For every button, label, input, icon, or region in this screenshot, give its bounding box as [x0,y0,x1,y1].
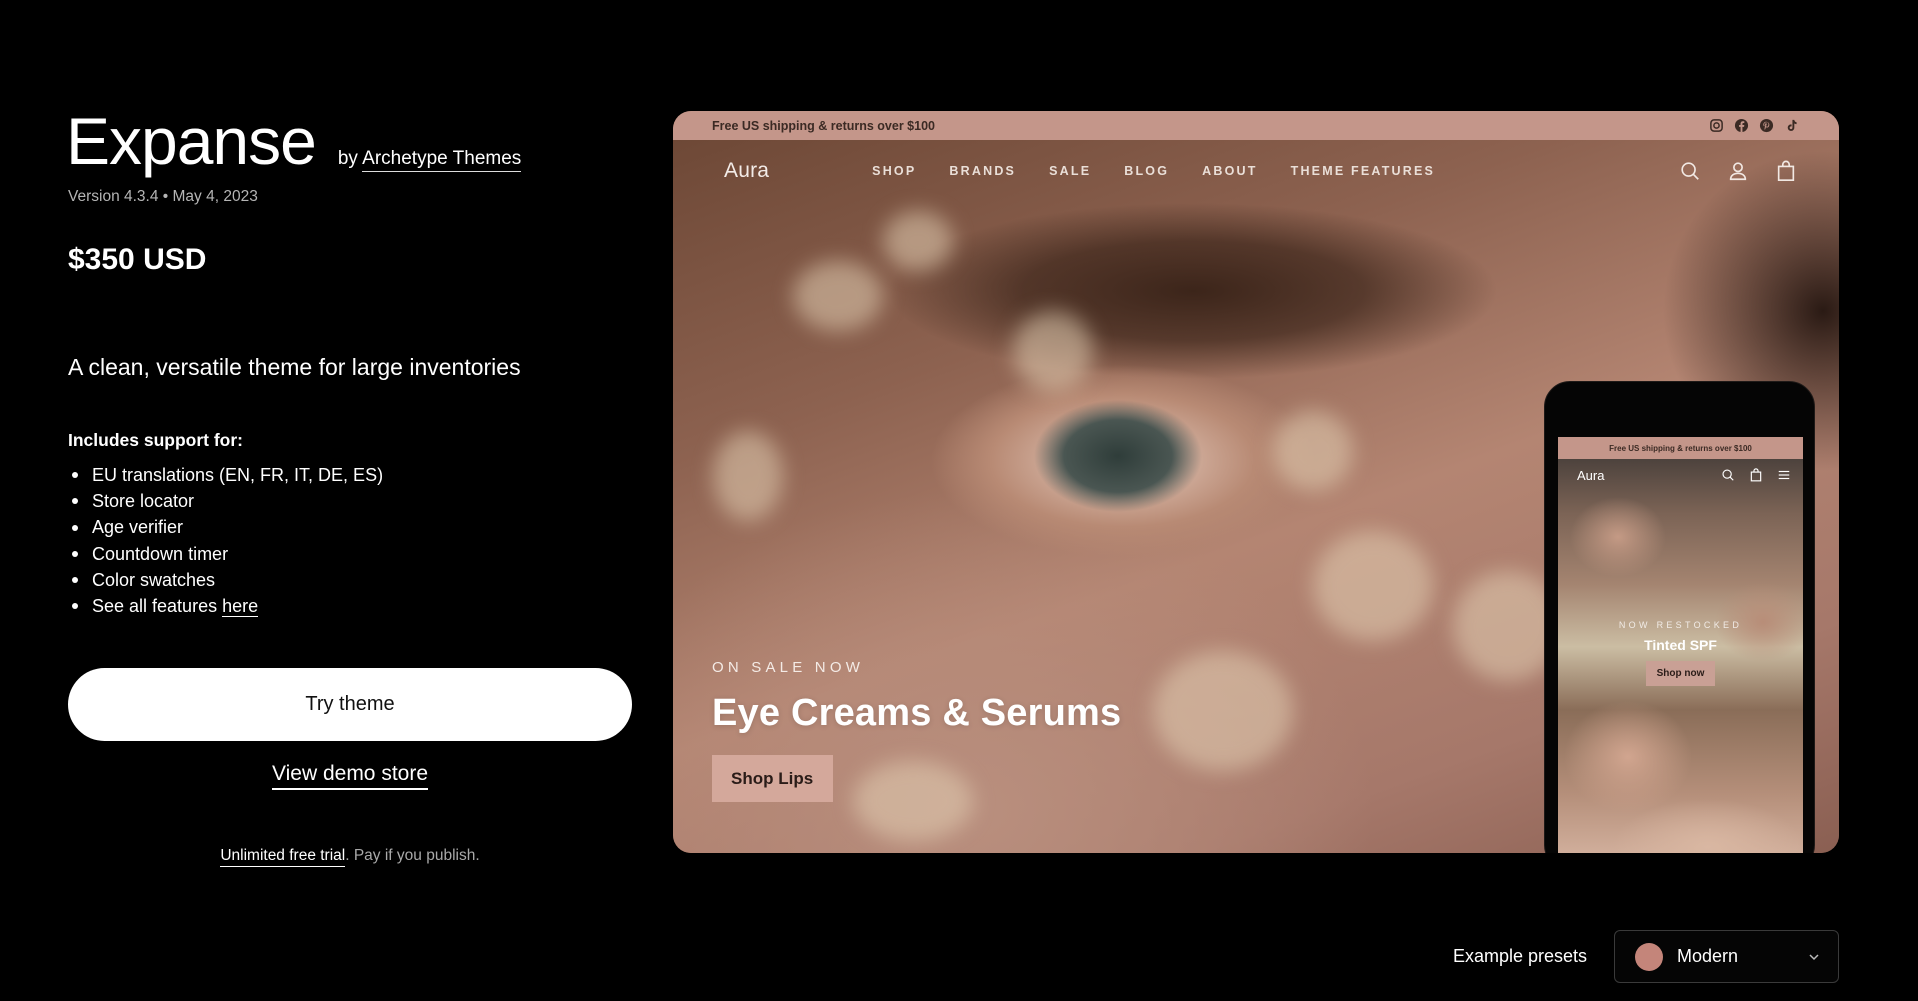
nav-item-shop[interactable]: SHOP [872,164,916,178]
mobile-shop-now-button: Shop now [1645,661,1716,686]
preset-color-swatch [1635,942,1663,971]
feature-item-see-all: See all features here [68,593,383,619]
preset-selected-value: Modern [1677,946,1739,966]
author-line: by Archetype Themes [337,148,522,172]
nav-item-about[interactable]: ABOUT [1202,164,1257,178]
announcement-text: Free US shipping & returns over $100 [712,118,935,133]
theme-preview: Free US shipping & returns over $100 Aur… [673,111,1839,853]
mobile-announcement-bar: Free US shipping & returns over $100 [1558,437,1803,459]
bullet-icon [72,550,78,557]
blossom-decoration [1013,311,1093,391]
facebook-icon[interactable] [1733,118,1749,134]
bullet-icon [72,524,78,531]
mobile-header-icons [1721,468,1791,482]
header-icons [1677,158,1799,184]
feature-label: Countdown timer [92,543,229,564]
see-all-features-link[interactable]: here [222,596,259,617]
free-trial-link[interactable]: Unlimited free trial [220,847,346,867]
cart-icon [1749,468,1763,482]
try-theme-button[interactable]: Try theme [68,668,632,741]
price: $350 USD [68,243,207,276]
blossom-decoration [713,431,783,521]
mobile-store-logo: Aura [1577,467,1605,483]
feature-item: Countdown timer [68,541,383,567]
feature-item: Store locator [68,488,383,514]
hero-title: Eye Creams & Serums [712,692,1122,734]
menu-icon [1777,468,1791,482]
feature-item: Age verifier [68,514,383,540]
store-nav: SHOP BRANDS SALE BLOG ABOUT THEME FEATUR… [872,164,1468,178]
bullet-icon [72,603,78,610]
feature-label: Age verifier [92,517,184,538]
bullet-icon [72,576,78,583]
nav-item-theme-features[interactable]: THEME FEATURES [1291,164,1435,178]
view-demo-store-link[interactable]: View demo store [271,762,429,790]
feature-list: EU translations (EN, FR, IT, DE, ES) Sto… [68,462,383,619]
nav-item-sale[interactable]: SALE [1049,164,1091,178]
hero-content: ON SALE NOW Eye Creams & Serums Shop Lip… [712,659,1121,802]
by-prefix: by [337,148,358,169]
blossom-decoration [1273,411,1353,491]
blossom-decoration [793,261,883,331]
author-link[interactable]: Archetype Themes [362,148,522,172]
presets-dropdown[interactable]: Modern [1614,930,1839,983]
nav-item-blog[interactable]: BLOG [1124,164,1169,178]
blossom-decoration [883,211,953,271]
nav-item-brands[interactable]: BRANDS [949,164,1016,178]
mobile-hero-kicker: NOW RESTOCKED [1618,620,1743,630]
chevron-down-icon [1808,951,1820,963]
blossom-decoration [1313,531,1433,641]
blossom-decoration [1153,651,1293,771]
presets-label: Example presets [1453,946,1588,966]
feature-label: Store locator [92,491,195,512]
demo-link-wrap: View demo store [0,762,700,790]
trial-note: Unlimited free trial. Pay if you publish… [0,847,700,867]
store-header: Aura SHOP BRANDS SALE BLOG ABOUT THEME F… [673,140,1839,202]
trial-note-text: . Pay if you publish. [345,847,480,864]
cart-icon[interactable] [1773,158,1799,184]
account-icon[interactable] [1725,158,1751,184]
mobile-header: Aura [1558,459,1803,491]
hero-kicker: ON SALE NOW [712,659,865,676]
bullet-icon [72,472,78,479]
tiktok-icon[interactable] [1783,118,1799,134]
includes-heading: Includes support for: [68,430,243,450]
feature-item: Color swatches [68,567,383,593]
store-logo[interactable]: Aura [724,159,769,183]
search-icon[interactable] [1677,158,1703,184]
instagram-icon[interactable] [1708,118,1724,134]
tagline: A clean, versatile theme for large inven… [68,354,521,380]
mobile-hero-content: NOW RESTOCKED Tinted SPF Shop now [1558,620,1803,686]
title-row: Expanse by Archetype Themes [66,104,522,178]
feature-label: Color swatches [92,569,216,590]
feature-item: EU translations (EN, FR, IT, DE, ES) [68,462,383,488]
social-links [1708,118,1799,134]
feature-label: See all features [92,596,218,617]
mobile-hero-title: Tinted SPF [1644,637,1717,653]
pinterest-icon[interactable] [1758,118,1774,134]
version-info: Version 4.3.4 • May 4, 2023 [68,188,258,205]
feature-label: EU translations (EN, FR, IT, DE, ES) [92,465,384,485]
theme-name: Expanse [66,104,317,178]
shop-lips-button[interactable]: Shop Lips [712,755,834,802]
announcement-bar: Free US shipping & returns over $100 [673,111,1839,140]
search-icon [1721,468,1735,482]
mobile-preview: Free US shipping & returns over $100 Aur… [1544,381,1815,853]
bullet-icon [72,498,78,505]
mobile-screen: Free US shipping & returns over $100 Aur… [1558,437,1803,853]
